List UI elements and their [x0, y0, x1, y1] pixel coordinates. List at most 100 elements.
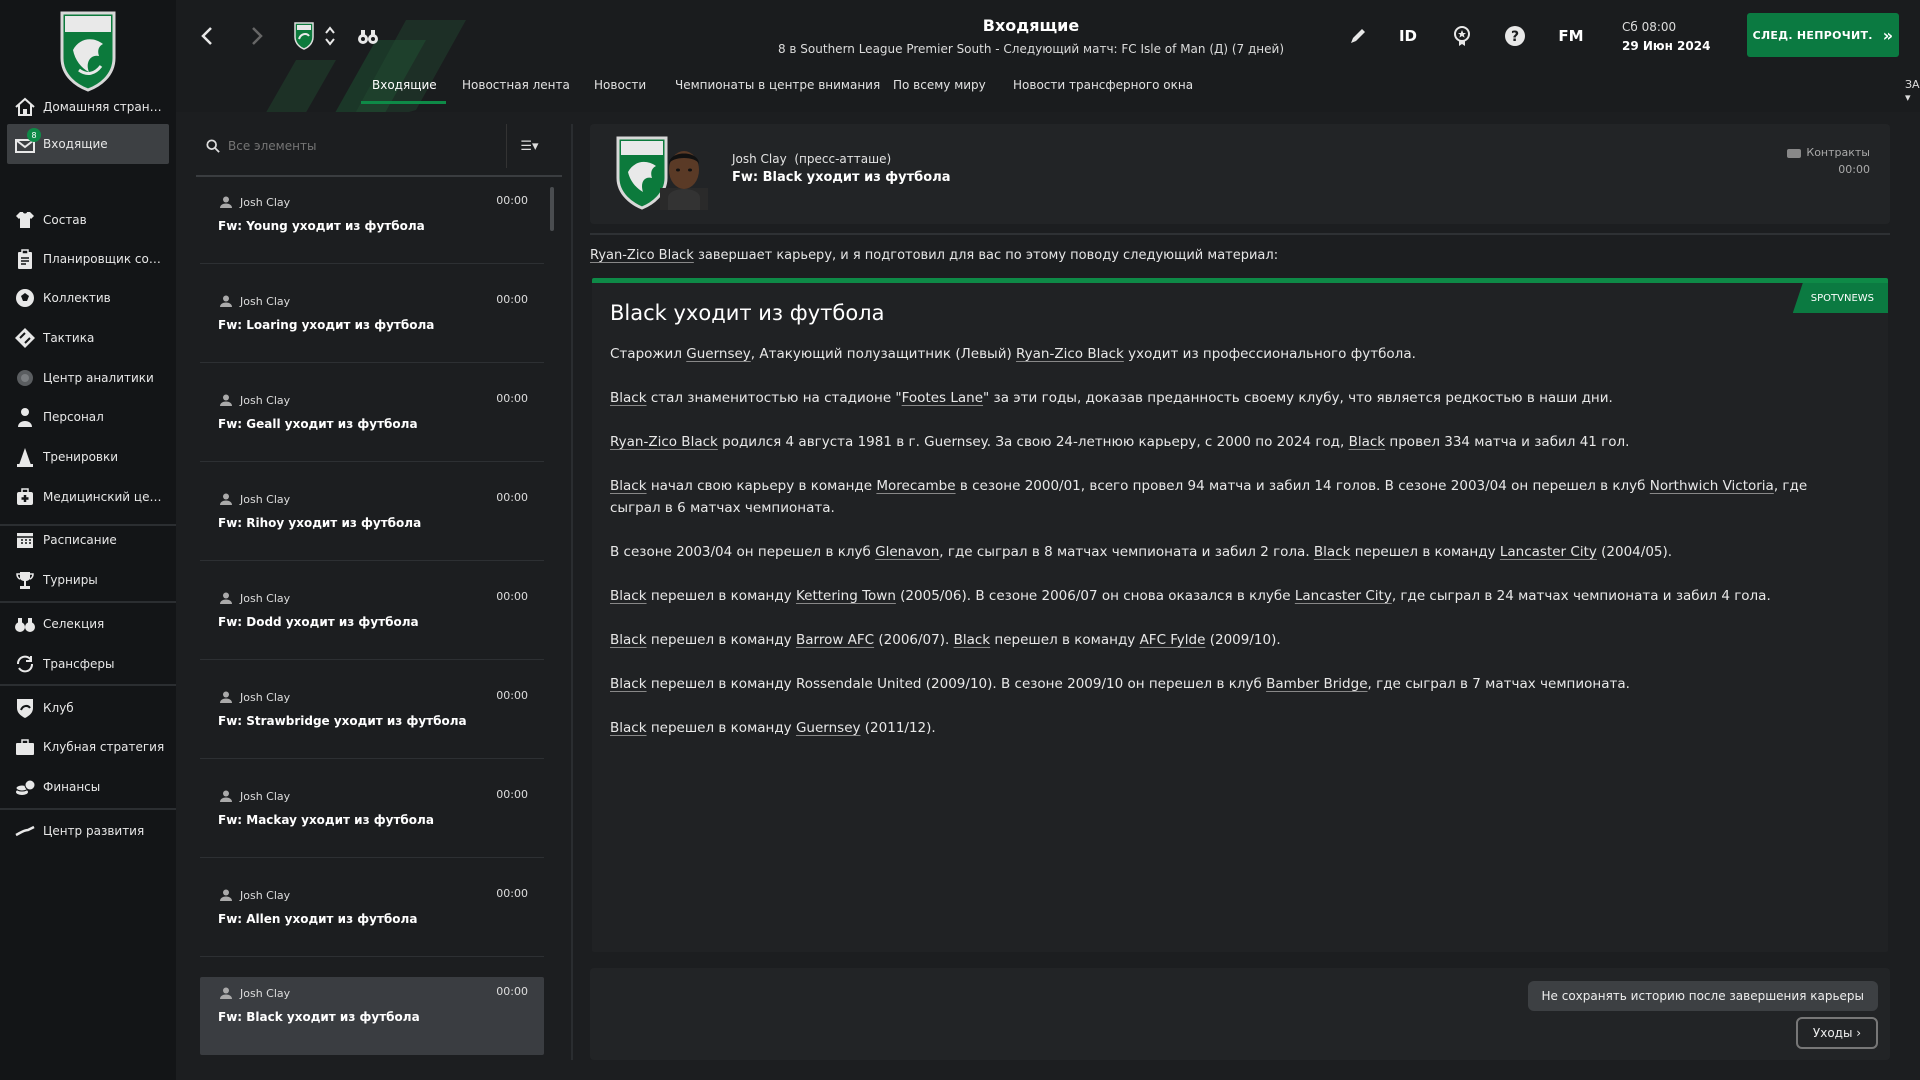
- retirements-button[interactable]: Уходы ›: [1796, 1017, 1878, 1049]
- inbox-message[interactable]: Josh Clay 00:00 Fw: Rihoy уходит из футб…: [200, 483, 544, 561]
- entity-link[interactable]: Black: [610, 588, 647, 604]
- entity-link[interactable]: Northwich Victoria: [1650, 478, 1774, 494]
- article-text: родился 4 августа 1981 в г. Guernsey. За…: [717, 434, 1349, 450]
- sidebar-item-staff[interactable]: Персонал: [7, 397, 169, 437]
- list-filter-menu[interactable]: ☰▾: [506, 124, 552, 168]
- message-sender: Josh Clay: [240, 889, 291, 902]
- no-history-option[interactable]: Не сохранять историю после завершения ка…: [1527, 981, 1878, 1011]
- message-sender: Josh Clay: [240, 592, 291, 605]
- inbox-message[interactable]: Josh Clay 00:00 Fw: Mackay уходит из фут…: [200, 780, 544, 858]
- player-link[interactable]: Ryan-Zico Black: [590, 248, 694, 263]
- search-binoculars-icon[interactable]: [352, 20, 384, 52]
- sidebar-item-club-vision[interactable]: Клубная стратегия: [7, 727, 169, 767]
- staff-icon: [7, 397, 43, 437]
- inbox-message[interactable]: Josh Clay 00:00 Fw: Young уходит из футб…: [200, 186, 544, 264]
- search-input[interactable]: [228, 139, 478, 153]
- help-icon[interactable]: ?: [1499, 20, 1531, 52]
- game-date-time[interactable]: Сб 08:00 29 Июн 2024: [1622, 18, 1710, 56]
- inbox-message[interactable]: Josh Clay 00:00 Fw: Geall уходит из футб…: [200, 384, 544, 462]
- sidebar-item-dev-centre[interactable]: Центр развития: [7, 811, 169, 851]
- sidebar-item-club[interactable]: Клуб: [7, 688, 169, 728]
- entity-link[interactable]: Footes Lane: [902, 390, 983, 406]
- entity-link[interactable]: Black: [1314, 544, 1351, 560]
- sidebar-item-home[interactable]: Домашняя страница: [7, 87, 169, 127]
- entity-link[interactable]: Black: [610, 632, 647, 648]
- message-subject: Fw: Young уходит из футбола: [218, 219, 425, 233]
- bookmarks-menu[interactable]: ЗАКЛАДКИ ▾: [1905, 78, 1920, 104]
- edit-pencil-icon[interactable]: [1342, 20, 1374, 52]
- entity-link[interactable]: Ryan-Zico Black: [1016, 346, 1124, 362]
- entity-link[interactable]: Barrow AFC: [796, 632, 874, 648]
- tab-news[interactable]: Новости: [594, 78, 646, 92]
- page-title: Входящие: [982, 16, 1080, 35]
- list-scrollbar[interactable]: [550, 187, 554, 231]
- active-tab-indicator: [361, 101, 446, 104]
- person-icon: [220, 196, 232, 208]
- entity-link[interactable]: Black: [610, 676, 647, 692]
- finance-icon: [7, 767, 43, 807]
- message-time: 00:00: [496, 985, 528, 998]
- tag-icon: [1787, 148, 1802, 158]
- tab-transfer-window-news[interactable]: Новости трансферного окна: [1013, 78, 1193, 92]
- sidebar-item-training[interactable]: Тренировки: [7, 437, 169, 477]
- inbox-message[interactable]: Josh Clay 00:00 Fw: Strawbridge уходит и…: [200, 681, 544, 759]
- entity-link[interactable]: Black: [610, 720, 647, 736]
- id-button[interactable]: ID: [1392, 20, 1424, 52]
- intro-text: завершает карьеру, и я подготовил для ва…: [693, 248, 1279, 263]
- sidebar-item-competitions[interactable]: Турниры: [7, 560, 169, 600]
- article-text: (2009/10).: [1205, 632, 1281, 648]
- forward-icon[interactable]: [240, 20, 272, 52]
- sidebar-item-squad[interactable]: Состав: [7, 200, 169, 240]
- sidebar-item-inbox[interactable]: 8 Входящие: [7, 124, 169, 164]
- entity-link[interactable]: Guernsey: [686, 346, 751, 362]
- sidebar-item-finances[interactable]: Финансы: [7, 767, 169, 807]
- entity-link[interactable]: Black: [1349, 434, 1386, 450]
- achievements-icon[interactable]: [1446, 20, 1478, 52]
- inbox-message[interactable]: Josh Clay 00:00 Fw: Loaring уходит из фу…: [200, 285, 544, 363]
- sidebar-item-scouting[interactable]: Селекция: [7, 604, 169, 644]
- entity-link[interactable]: Glenavon: [875, 544, 939, 560]
- sidebar-item-transfers[interactable]: Трансферы: [7, 644, 169, 684]
- entity-link[interactable]: Kettering Town: [796, 588, 896, 604]
- inbox-message[interactable]: Josh Clay 00:00 Fw: Dodd уходит из футбо…: [200, 582, 544, 660]
- tab-around-the-world[interactable]: По всему миру: [893, 78, 986, 92]
- entity-link[interactable]: Black: [954, 632, 991, 648]
- sidebar-item-tactics[interactable]: Тактика: [7, 318, 169, 358]
- entity-link[interactable]: Black: [610, 478, 647, 494]
- next-unread-button[interactable]: СЛЕД. НЕПРОЧИТ. »: [1747, 13, 1899, 57]
- entity-link[interactable]: Bamber Bridge: [1266, 676, 1367, 692]
- entity-link[interactable]: Ryan-Zico Black: [610, 434, 718, 450]
- tab-leagues-in-focus[interactable]: Чемпионаты в центре внимания: [675, 78, 880, 92]
- tab-news-feed[interactable]: Новостная лента: [462, 78, 570, 92]
- sidebar-item-squad-planner[interactable]: Планировщик сост...: [7, 239, 169, 279]
- sidebar-item-analytics[interactable]: Центр аналитики: [7, 358, 169, 398]
- entity-link[interactable]: Morecambe: [876, 478, 955, 494]
- inbox-message[interactable]: Josh Clay 00:00 Fw: Allen уходит из футб…: [200, 879, 544, 957]
- club-crest-logo[interactable]: [59, 10, 117, 92]
- message-subject: Fw: Dodd уходит из футбола: [218, 615, 419, 629]
- entity-link[interactable]: Guernsey: [796, 720, 861, 736]
- entity-link[interactable]: AFC Fylde: [1140, 632, 1206, 648]
- development-icon: [7, 811, 43, 851]
- sender-avatar[interactable]: [660, 138, 708, 210]
- article-text: перешел в команду: [646, 588, 796, 604]
- entity-link[interactable]: Black: [610, 390, 647, 406]
- tab-inbox[interactable]: Входящие: [372, 78, 437, 92]
- divider: [590, 233, 1890, 235]
- article-text: перешел в команду: [646, 720, 796, 736]
- sender-name[interactable]: Josh Clay: [732, 152, 787, 166]
- back-icon[interactable]: [192, 20, 224, 52]
- retirements-label: Уходы: [1812, 1026, 1853, 1040]
- sidebar-item-schedule[interactable]: Расписание: [7, 520, 169, 560]
- club-up-down-icon[interactable]: [322, 20, 338, 52]
- fm-menu-button[interactable]: FM: [1551, 20, 1591, 52]
- entity-link[interactable]: Lancaster City: [1500, 544, 1597, 560]
- sidebar-item-team[interactable]: Коллектив: [7, 278, 169, 318]
- club-switch-icon[interactable]: [288, 20, 320, 52]
- person-icon: [220, 493, 232, 505]
- inbox-message-selected[interactable]: Josh Clay 00:00 Fw: Black уходит из футб…: [200, 977, 544, 1055]
- sidebar-item-medical[interactable]: Медицинский центр: [7, 477, 169, 517]
- inbox-search[interactable]: [196, 124, 506, 168]
- message-sender: Josh Clay: [240, 196, 291, 209]
- entity-link[interactable]: Lancaster City: [1295, 588, 1392, 604]
